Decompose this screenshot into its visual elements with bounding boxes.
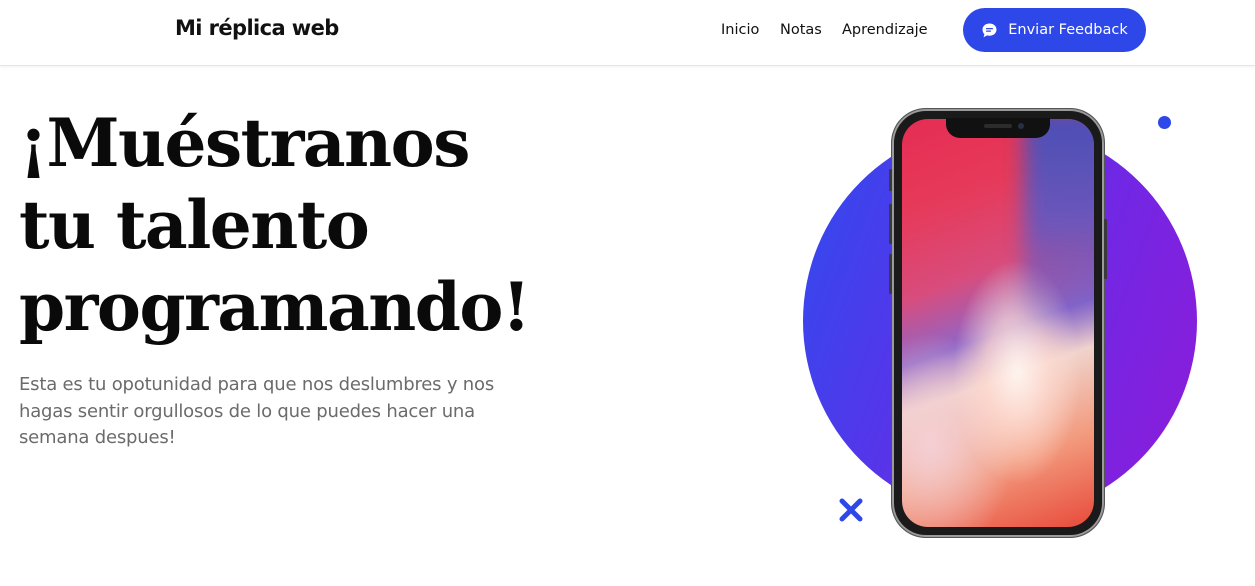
nav-link-inicio[interactable]: Inicio bbox=[721, 22, 759, 38]
dot-icon bbox=[1158, 116, 1171, 129]
site-header: Mi réplica web Inicio Notas Aprendizaje … bbox=[0, 0, 1255, 66]
send-feedback-label: Enviar Feedback bbox=[1008, 22, 1128, 38]
hero-title-line: tu talento bbox=[19, 186, 370, 264]
brand-logo[interactable]: Mi réplica web bbox=[175, 16, 339, 40]
smartphone-illustration bbox=[889, 109, 1107, 537]
send-feedback-button[interactable]: Enviar Feedback bbox=[963, 8, 1146, 52]
cross-icon bbox=[839, 498, 863, 522]
hero-title-line: programando! bbox=[19, 268, 531, 346]
nav-link-aprendizaje[interactable]: Aprendizaje bbox=[842, 22, 928, 38]
chat-bubble-icon bbox=[981, 22, 998, 39]
hero-illustration bbox=[790, 100, 1210, 550]
phone-screen bbox=[902, 119, 1094, 527]
hero-title-line: ¡Muéstranos bbox=[19, 104, 470, 182]
phone-notch bbox=[946, 118, 1050, 138]
hero-subtitle: Esta es tu opotunidad para que nos deslu… bbox=[19, 374, 495, 448]
nav-link-notas[interactable]: Notas bbox=[780, 22, 822, 38]
hero-title: ¡Muéstranos tu talento programando! bbox=[19, 102, 579, 348]
